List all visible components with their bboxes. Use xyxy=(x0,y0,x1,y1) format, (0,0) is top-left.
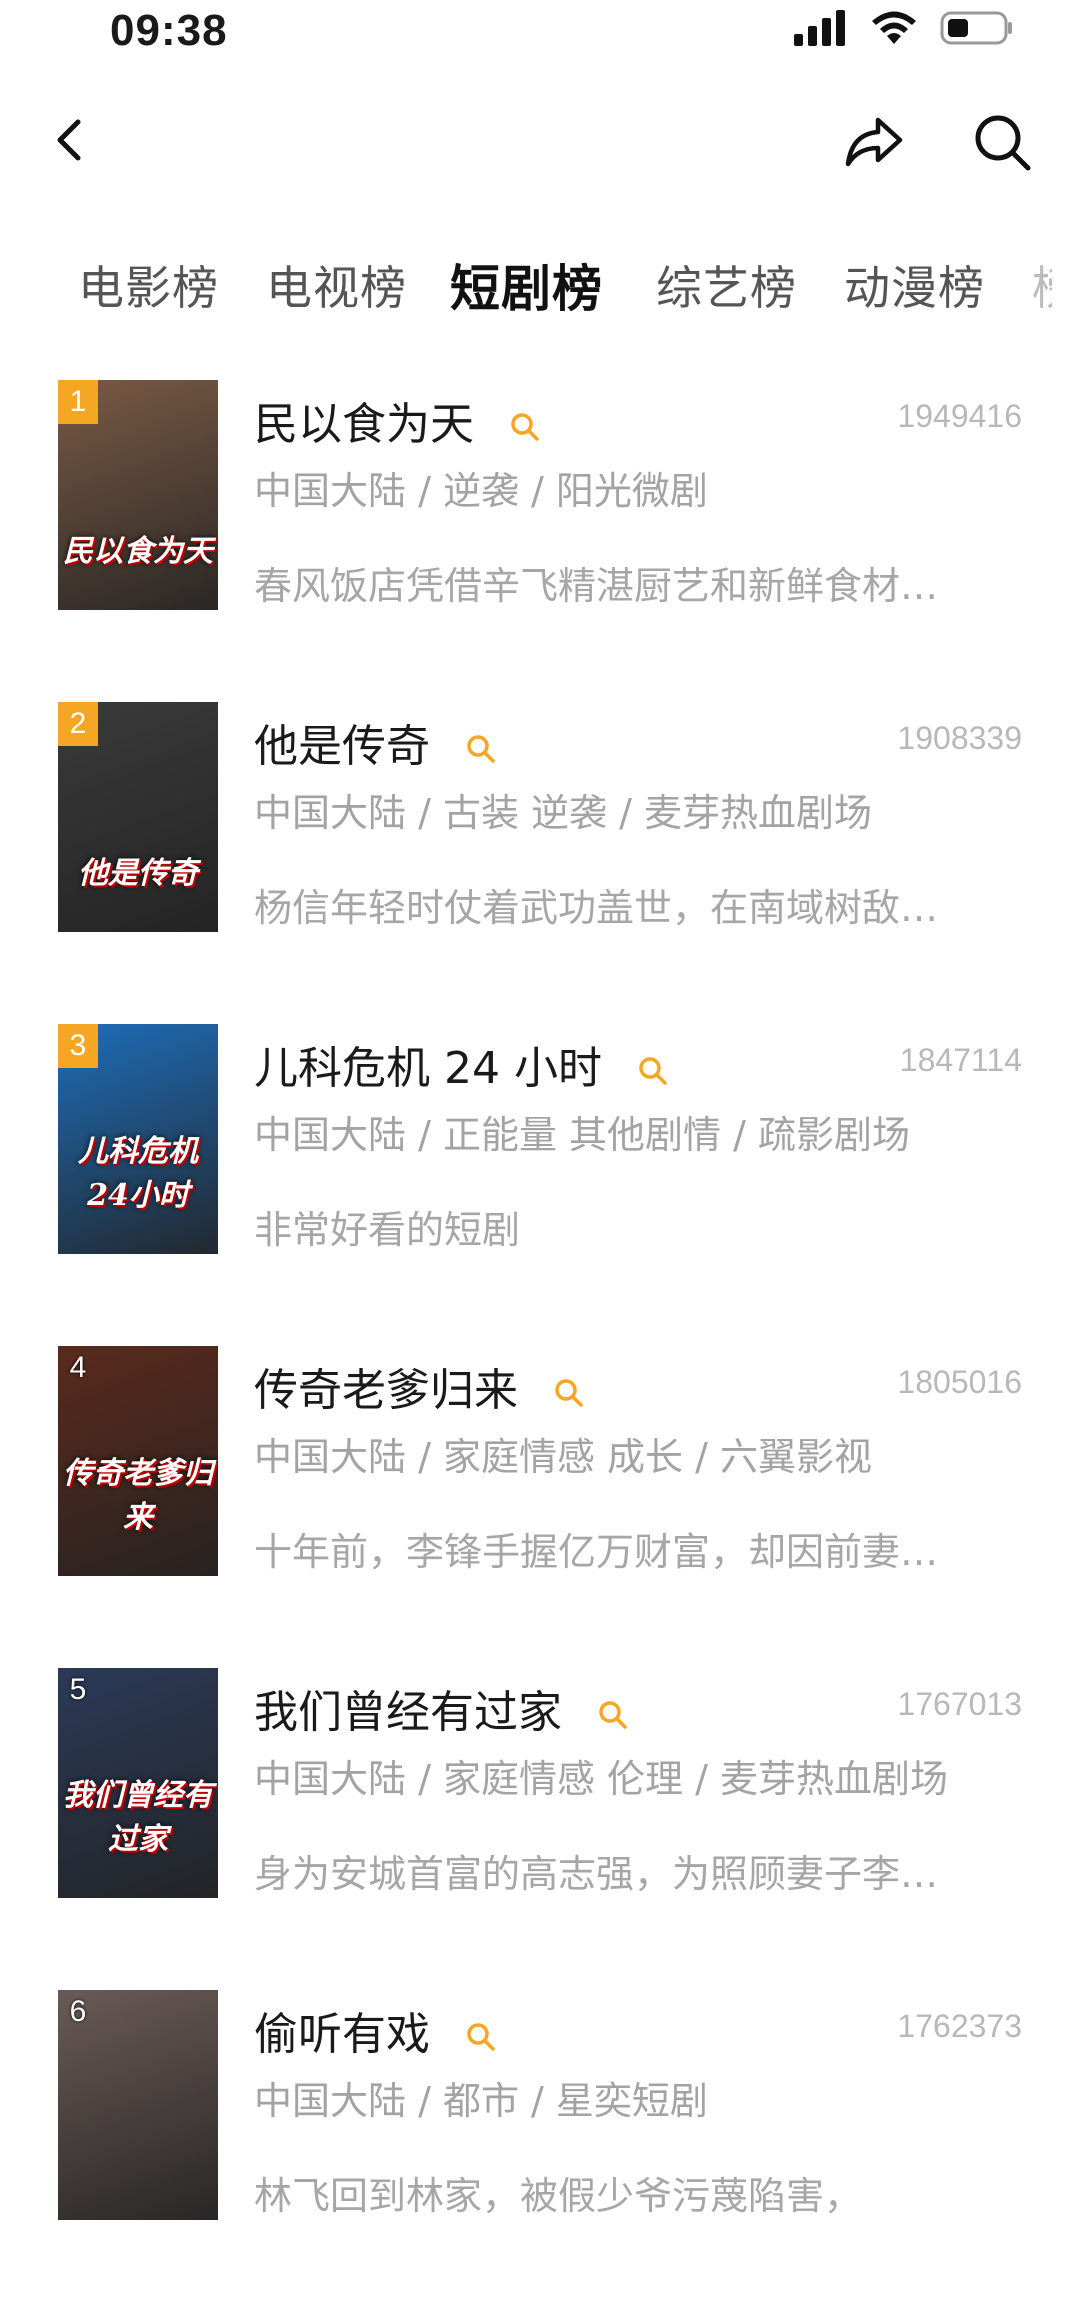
search-icon[interactable] xyxy=(508,410,542,444)
item-description: 春风饭店凭借辛飞精湛厨艺和新鲜食材… xyxy=(254,564,939,608)
poster-image[interactable]: 儿科危机 24小时 3 xyxy=(58,1024,218,1254)
search-icon[interactable] xyxy=(636,1054,670,1088)
search-icon[interactable] xyxy=(464,2020,498,2054)
nav-bar xyxy=(0,100,1080,180)
item-title[interactable]: 儿科危机 24 小时 xyxy=(254,1032,670,1096)
item-title-text: 民以食为天 xyxy=(254,399,474,450)
rank-badge: 1 xyxy=(58,380,98,424)
wifi-icon xyxy=(872,11,916,44)
item-title[interactable]: 偷听有戏 xyxy=(254,1998,498,2062)
poster-title: 传奇老爹归来 xyxy=(63,1456,213,1535)
rank-badge: 3 xyxy=(58,1024,98,1068)
item-meta: 中国大陆 / 家庭情感 成长 / 六翼影视 xyxy=(254,1435,873,1479)
item-title[interactable]: 传奇老爹归来 xyxy=(254,1354,586,1418)
list-item[interactable]: 我们曾经有过家 5 我们曾经有过家 1767013 中国大陆 / 家庭情感 伦理… xyxy=(0,1668,1080,1990)
poster-title: 我们曾经有过家 xyxy=(63,1778,213,1857)
list-item[interactable]: 民以食为天 1 民以食为天 1949416 中国大陆 / 逆袭 / 阳光微剧 春… xyxy=(0,380,1080,702)
item-title[interactable]: 民以食为天 xyxy=(254,388,542,452)
poster-title: 他是传奇 xyxy=(78,856,198,891)
list-item[interactable]: 传奇老爹归来 4 传奇老爹归来 1805016 中国大陆 / 家庭情感 成长 /… xyxy=(0,1346,1080,1668)
share-icon[interactable] xyxy=(842,110,906,174)
tab-tv[interactable]: 电视榜 xyxy=(266,252,407,318)
item-description: 身为安城首富的高志强，为照顾妻子李… xyxy=(254,1852,939,1896)
battery-icon xyxy=(940,11,1012,45)
tab-anime[interactable]: 动漫榜 xyxy=(844,252,985,318)
list-item[interactable]: 他是传奇 2 他是传奇 1908339 中国大陆 / 古装 逆袭 / 麦芽热血剧… xyxy=(0,702,1080,1024)
poster-image[interactable]: 我们曾经有过家 5 xyxy=(58,1668,218,1898)
poster-title: 民以食为天 xyxy=(63,534,213,569)
item-title-text: 他是传奇 xyxy=(254,721,430,772)
item-description: 杨信年轻时仗着武功盖世，在南域树敌… xyxy=(254,886,939,930)
poster-image[interactable]: 6 xyxy=(58,1990,218,2220)
item-meta: 中国大陆 / 逆袭 / 阳光微剧 xyxy=(254,469,708,513)
rank-badge: 2 xyxy=(58,702,98,746)
item-title-text: 传奇老爹归来 xyxy=(254,1365,518,1416)
tab-variety[interactable]: 综艺榜 xyxy=(656,252,797,318)
tab-short-drama[interactable]: 短剧榜 xyxy=(450,252,603,321)
rank-badge: 5 xyxy=(69,1673,87,1706)
item-meta: 中国大陆 / 家庭情感 伦理 / 麦芽热血剧场 xyxy=(254,1757,949,1801)
signal-icon xyxy=(794,10,845,46)
rank-badge: 4 xyxy=(69,1351,87,1384)
search-icon[interactable] xyxy=(552,1376,586,1410)
poster-image[interactable]: 他是传奇 2 xyxy=(58,702,218,932)
rank-badge: 6 xyxy=(69,1995,87,2028)
back-icon[interactable] xyxy=(44,110,104,170)
search-icon[interactable] xyxy=(596,1698,630,1732)
poster-image[interactable]: 民以食为天 1 xyxy=(58,380,218,610)
item-title[interactable]: 我们曾经有过家 xyxy=(254,1676,630,1740)
item-title-text: 我们曾经有过家 xyxy=(254,1687,562,1738)
search-icon[interactable] xyxy=(464,732,498,766)
item-meta: 中国大陆 / 正能量 其他剧情 / 疏影剧场 xyxy=(254,1113,911,1157)
tab-movie[interactable]: 电影榜 xyxy=(78,252,219,318)
search-icon[interactable] xyxy=(970,110,1034,174)
list-item[interactable]: 儿科危机 24小时 3 儿科危机 24 小时 1847114 中国大陆 / 正能… xyxy=(0,1024,1080,1346)
chart-tabs: 电影榜 电视榜 短剧榜 综艺榜 动漫榜 榜 xyxy=(0,252,1080,332)
item-score: 1847114 xyxy=(899,1042,1022,1078)
status-bar: 09:38 xyxy=(0,0,1080,64)
item-description: 非常好看的短剧 xyxy=(254,1208,521,1252)
poster-image[interactable]: 传奇老爹归来 4 xyxy=(58,1346,218,1576)
poster-title: 儿科危机 24小时 xyxy=(78,1134,198,1213)
item-score: 1949416 xyxy=(897,398,1022,434)
item-title-text: 儿科危机 24 小时 xyxy=(254,1043,602,1094)
item-title-text: 偷听有戏 xyxy=(254,2009,430,2060)
tab-more-peek[interactable]: 榜 xyxy=(1032,252,1052,318)
item-description: 十年前，李锋手握亿万财富，却因前妻… xyxy=(254,1530,939,1574)
item-meta: 中国大陆 / 古装 逆袭 / 麦芽热血剧场 xyxy=(254,791,873,835)
item-score: 1805016 xyxy=(897,1364,1022,1400)
item-score: 1908339 xyxy=(897,720,1022,756)
item-meta: 中国大陆 / 都市 / 星奕短剧 xyxy=(254,2079,708,2123)
status-icons xyxy=(792,10,1014,46)
list-item[interactable]: 6 偷听有戏 1762373 中国大陆 / 都市 / 星奕短剧 林飞回到林家，被… xyxy=(0,1990,1080,2312)
item-score: 1762373 xyxy=(897,2008,1022,2044)
item-description: 林飞回到林家，被假少爷污蔑陷害， xyxy=(254,2174,863,2218)
status-time: 09:38 xyxy=(110,6,228,55)
item-score: 1767013 xyxy=(897,1686,1022,1722)
item-title[interactable]: 他是传奇 xyxy=(254,710,498,774)
